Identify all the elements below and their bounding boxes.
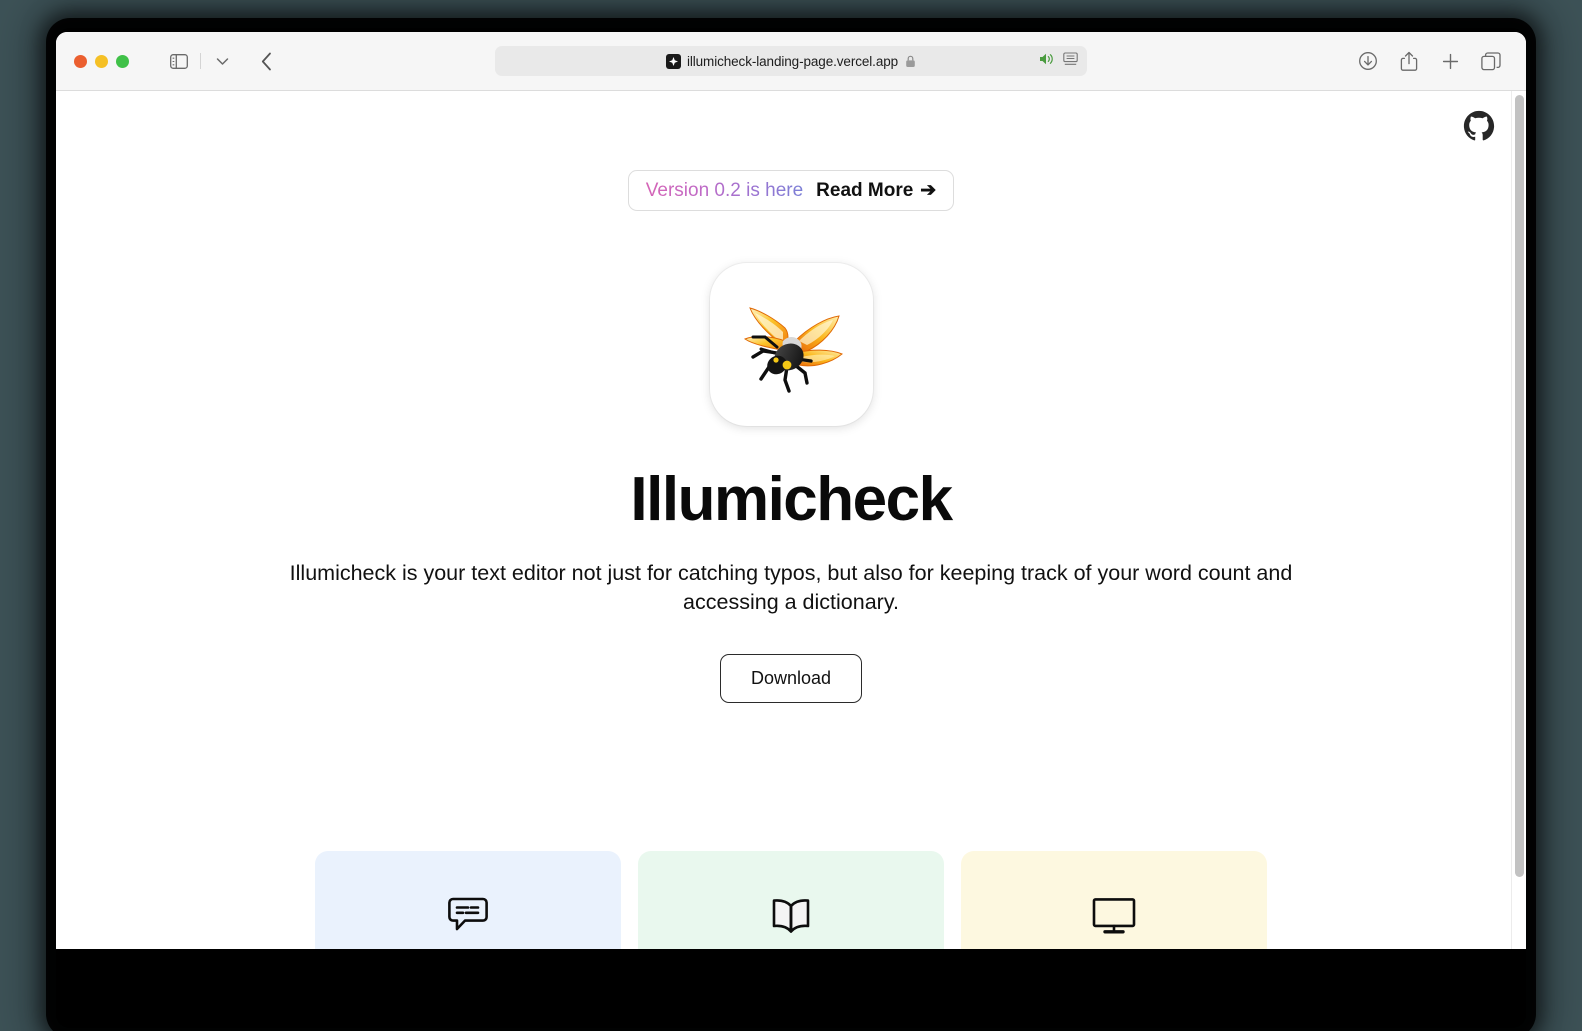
github-icon[interactable] bbox=[1463, 110, 1495, 142]
address-bar[interactable]: illumicheck-landing-page.vercel.app bbox=[495, 46, 1087, 76]
page-viewport: Version 0.2 is here Read More ➔ Illumich… bbox=[56, 91, 1526, 949]
browser-toolbar: illumicheck-landing-page.vercel.app bbox=[56, 32, 1526, 91]
browser-window: illumicheck-landing-page.vercel.app Vers… bbox=[56, 32, 1526, 949]
new-tab-icon[interactable] bbox=[1435, 47, 1465, 75]
landing-page: Version 0.2 is here Read More ➔ Illumich… bbox=[56, 91, 1526, 949]
download-button[interactable]: Download bbox=[719, 654, 863, 704]
toolbar-left-group bbox=[164, 47, 237, 75]
speaker-icon[interactable] bbox=[1039, 52, 1055, 71]
hero-section: Version 0.2 is here Read More ➔ Illumich… bbox=[56, 91, 1526, 704]
toolbar-divider bbox=[200, 53, 201, 69]
address-bar-right-icons bbox=[1039, 51, 1078, 71]
illumicheck-firefly-icon bbox=[743, 306, 843, 393]
feature-cards: Languages Spelling check in Turkish and … bbox=[315, 851, 1267, 949]
read-more-label: Read More bbox=[816, 179, 914, 201]
traffic-lights bbox=[74, 54, 129, 68]
app-icon bbox=[709, 263, 873, 426]
toolbar-right-group bbox=[1353, 47, 1506, 75]
monitor-icon bbox=[1092, 893, 1136, 939]
url-text: illumicheck-landing-page.vercel.app bbox=[686, 53, 899, 69]
lock-icon bbox=[905, 55, 916, 68]
tab-overview-icon[interactable] bbox=[1476, 47, 1506, 75]
version-banner-text: Version 0.2 is here bbox=[645, 179, 804, 201]
arrow-right-icon: ➔ bbox=[920, 180, 937, 201]
share-icon[interactable] bbox=[1394, 47, 1424, 75]
feature-card-languages[interactable]: Languages Spelling check in Turkish and bbox=[315, 851, 621, 949]
downloads-icon[interactable] bbox=[1353, 47, 1383, 75]
minimize-window-button[interactable] bbox=[95, 54, 108, 68]
close-window-button[interactable] bbox=[74, 54, 87, 68]
feature-card-library[interactable]: Library Add your words in your own bbox=[638, 851, 944, 949]
screen-share-icon[interactable] bbox=[1063, 51, 1078, 71]
open-book-icon bbox=[771, 893, 811, 939]
page-description: Illumicheck is your text editor not just… bbox=[289, 561, 1293, 614]
version-banner[interactable]: Version 0.2 is here Read More ➔ bbox=[627, 170, 955, 211]
maximize-window-button[interactable] bbox=[116, 54, 129, 68]
page-title: Illumicheck bbox=[630, 465, 953, 534]
back-icon[interactable] bbox=[251, 47, 281, 75]
site-favicon bbox=[665, 53, 681, 69]
scrollbar-thumb[interactable] bbox=[1515, 95, 1524, 877]
feature-card-supported-devices[interactable]: Supported Devices Available for Windows … bbox=[961, 851, 1267, 949]
vertical-scrollbar[interactable] bbox=[1511, 91, 1526, 949]
sidebar-toggle-icon[interactable] bbox=[164, 47, 194, 75]
read-more-link[interactable]: Read More ➔ bbox=[816, 179, 936, 202]
chat-bubble-icon bbox=[447, 893, 489, 939]
chevron-down-icon[interactable] bbox=[207, 47, 237, 75]
